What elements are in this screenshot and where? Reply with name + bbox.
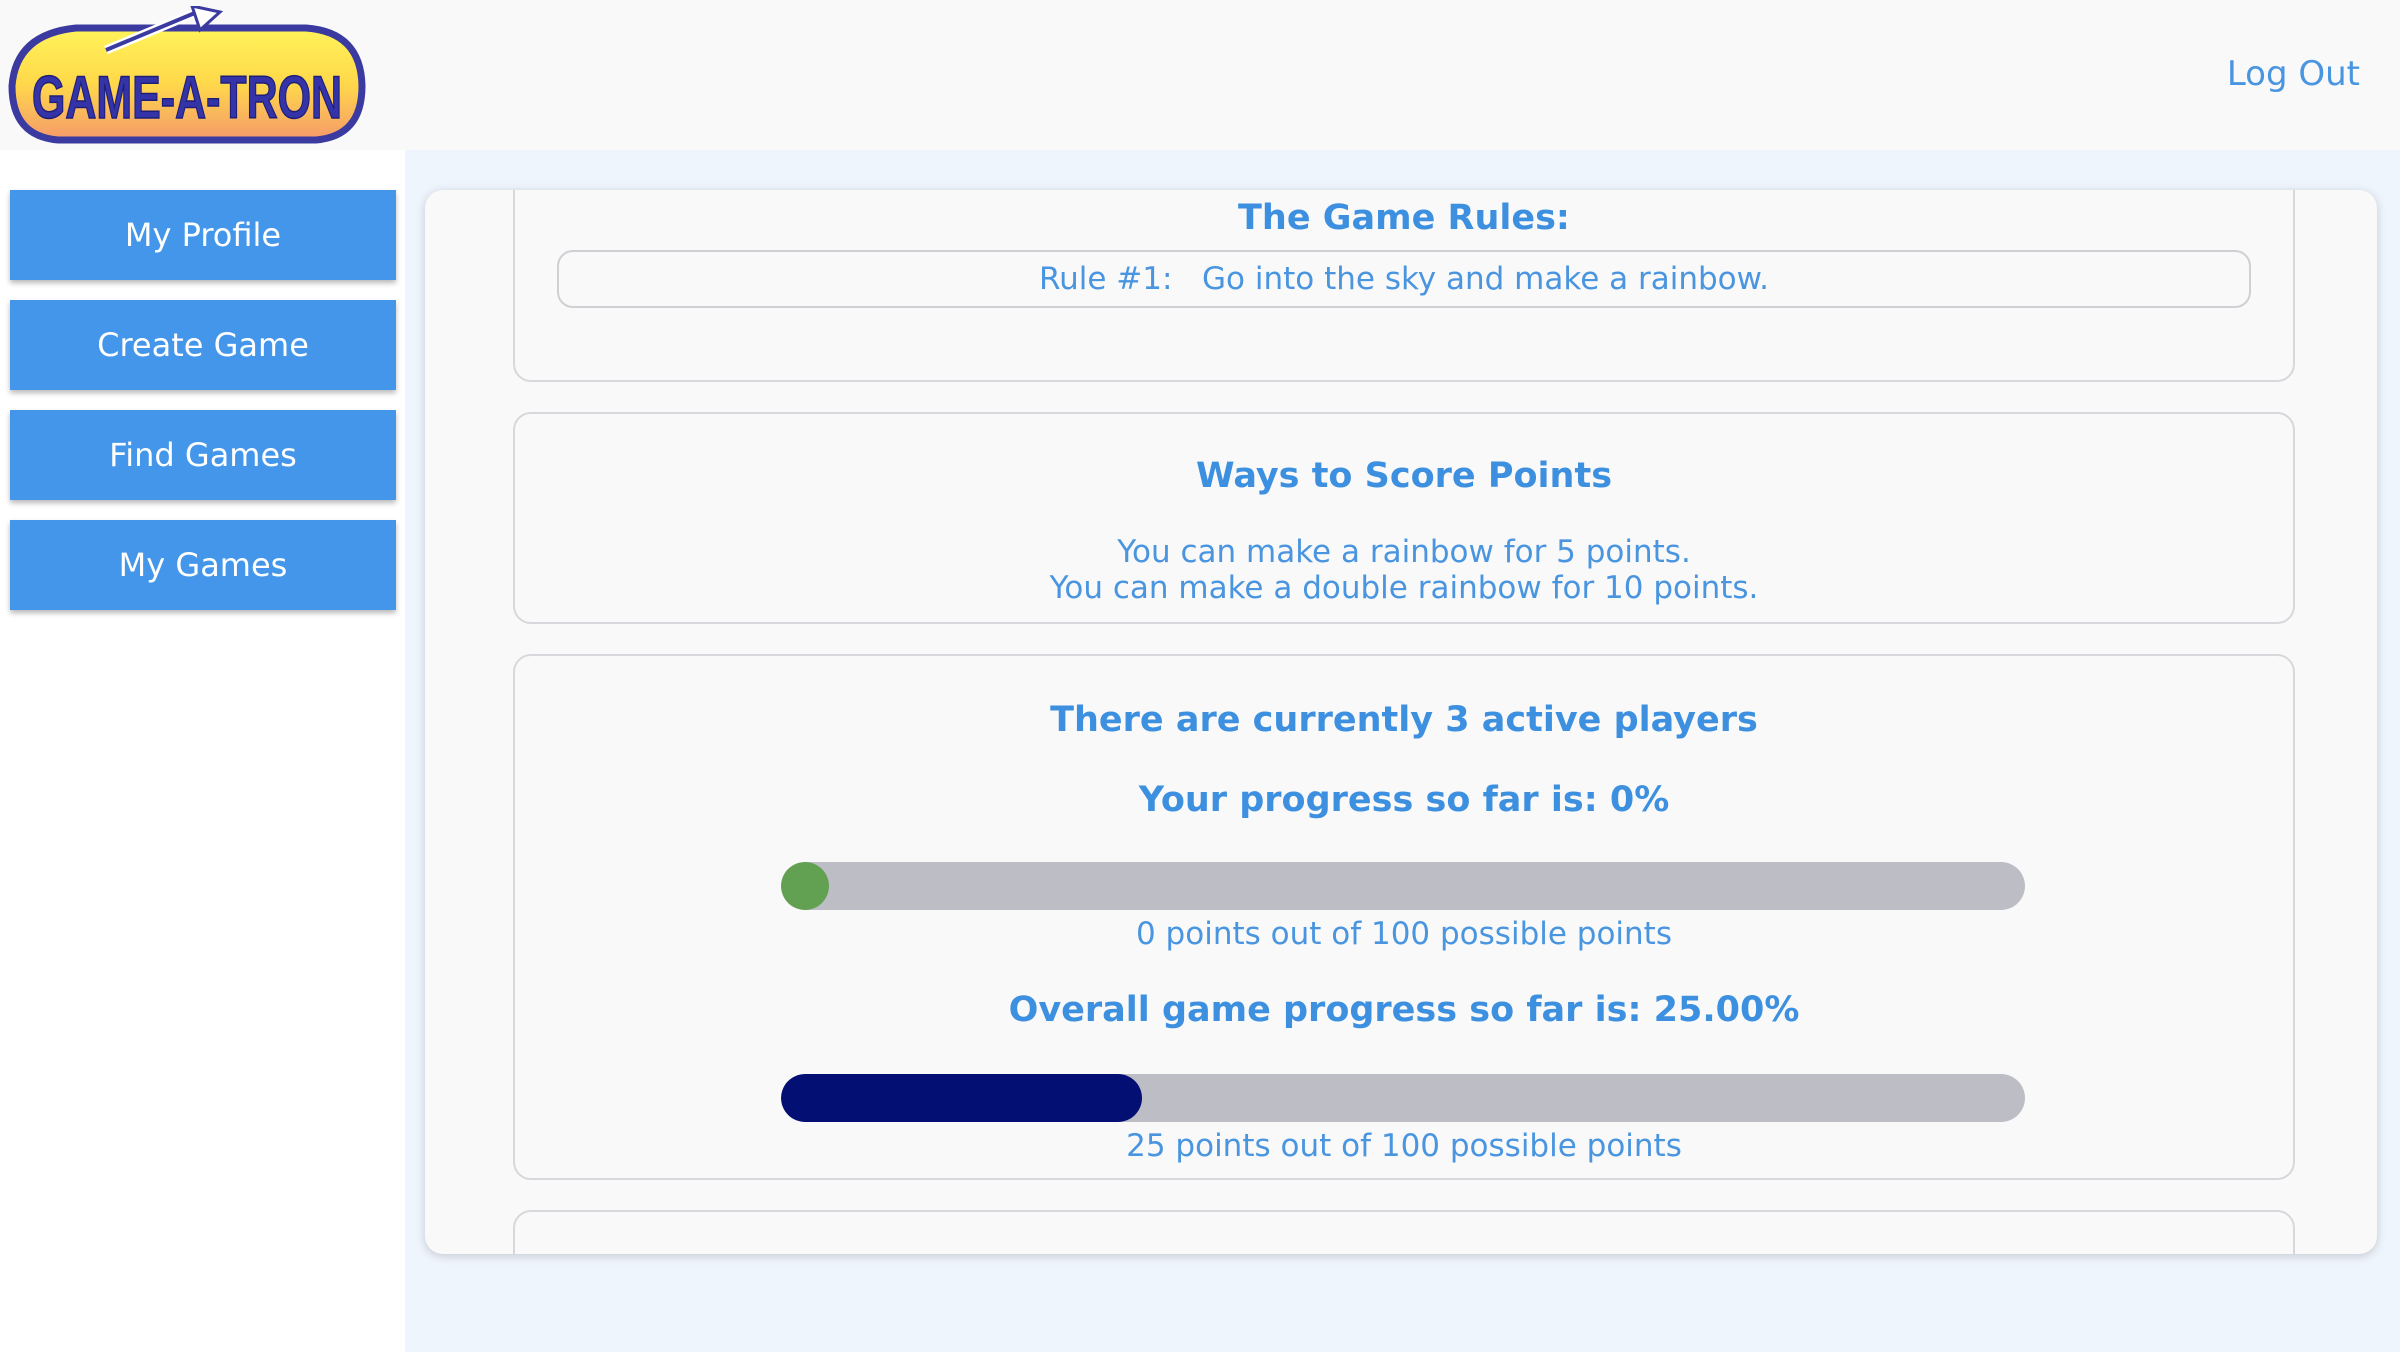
app-header: GAME-A-TRON Log Out [0, 0, 2400, 150]
overall-progress-title: Overall game progress so far is: 25.00% [1008, 990, 1800, 1030]
find-games-button[interactable]: Find Games [10, 410, 396, 500]
log-out-link[interactable]: Log Out [2227, 54, 2360, 94]
my-games-button[interactable]: My Games [10, 520, 396, 610]
your-progress-bar [781, 862, 2025, 910]
scoring-line: You can make a double rainbow for 10 poi… [1049, 570, 1759, 606]
overall-progress-bar [781, 1074, 2025, 1122]
scoring-line: You can make a rainbow for 5 points. [1117, 534, 1691, 570]
rule-item: Rule #1: Go into the sky and make a rain… [557, 250, 2251, 308]
my-profile-button[interactable]: My Profile [10, 190, 396, 280]
scoring-title: Ways to Score Points [1195, 456, 1613, 496]
overall-progress-fill [781, 1074, 1142, 1122]
active-players-text: There are currently 3 active players [1050, 700, 1758, 740]
your-progress-title: Your progress so far is: 0% [1138, 780, 1670, 820]
logo-text: GAME-A-TRON [32, 64, 342, 131]
game-detail-panel[interactable]: The Game Rules: Rule #1: Go into the sky… [425, 190, 2377, 1254]
your-points-text: 0 points out of 100 possible points [1135, 916, 1672, 952]
game-a-tron-logo[interactable]: GAME-A-TRON [6, 6, 368, 146]
progress-card: There are currently 3 active players You… [513, 654, 2295, 1180]
scoring-card: Ways to Score Points You can make a rain… [513, 412, 2295, 624]
sidebar: My Profile Create Game Find Games My Gam… [0, 150, 405, 1352]
your-progress-fill [781, 862, 829, 910]
rules-card: The Game Rules: Rule #1: Go into the sky… [513, 190, 2295, 382]
rules-title: The Game Rules: [1238, 198, 1570, 238]
main-content: The Game Rules: Rule #1: Go into the sky… [405, 150, 2400, 1352]
create-game-button[interactable]: Create Game [10, 300, 396, 390]
next-card [513, 1210, 2295, 1254]
overall-points-text: 25 points out of 100 possible points [1126, 1128, 1682, 1164]
